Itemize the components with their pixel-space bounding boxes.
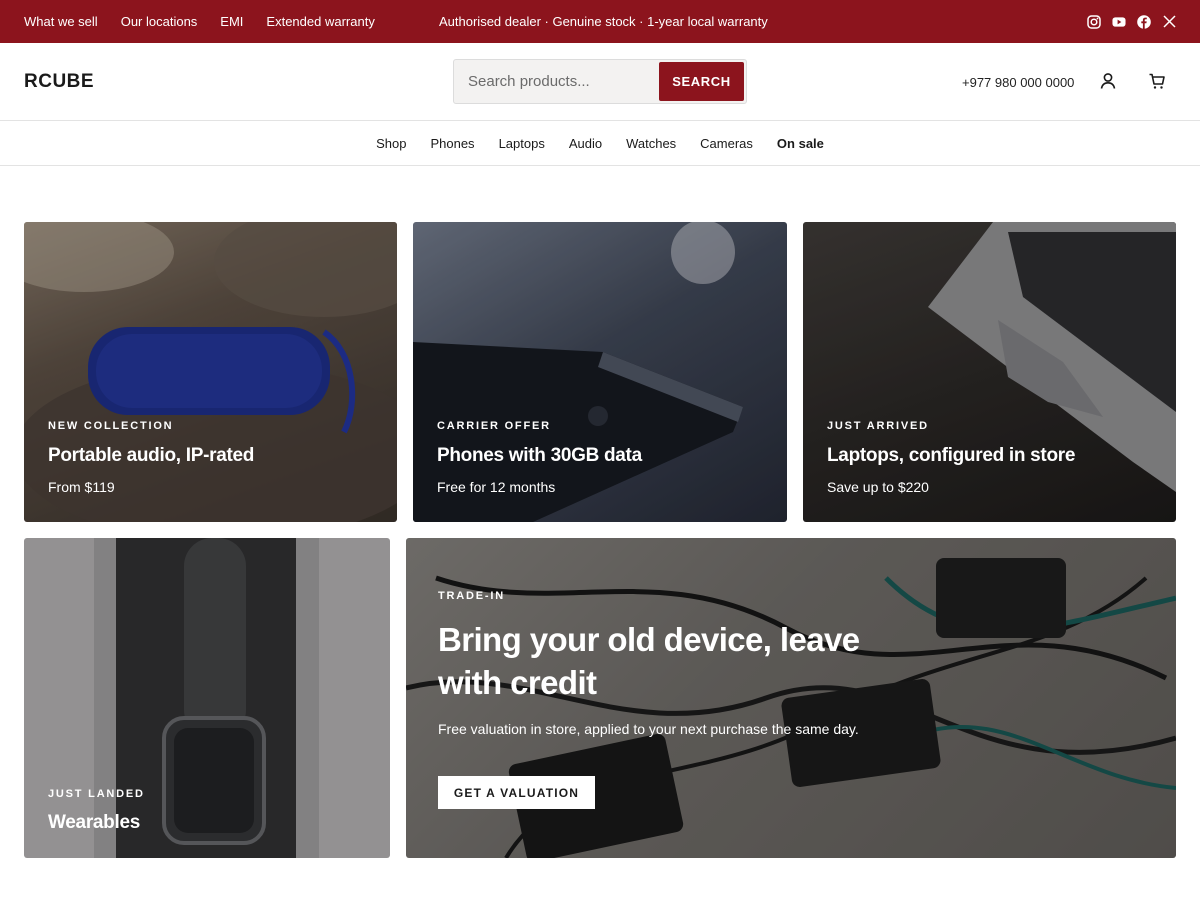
- promo-card-laptops[interactable]: JUST ARRIVED Laptops, configured in stor…: [803, 222, 1176, 522]
- tradein-eyebrow: TRADE-IN: [438, 590, 505, 602]
- nav-shop[interactable]: Shop: [376, 136, 406, 151]
- tradein-subtitle: Free valuation in store, applied to your…: [438, 721, 859, 737]
- phone-number: +977 980 000 0000: [962, 74, 1075, 90]
- card-eyebrow: JUST LANDED: [48, 788, 145, 800]
- promo-card-wearables[interactable]: JUST LANDED Wearables: [24, 538, 390, 858]
- card-subtitle: Save up to $220: [827, 479, 929, 495]
- speaker-image: [24, 222, 397, 522]
- card-subtitle: Free for 12 months: [437, 479, 556, 495]
- link-emi[interactable]: EMI: [220, 14, 243, 29]
- card-title: Portable audio, IP-rated: [48, 445, 255, 466]
- link-what-we-sell[interactable]: What we sell: [24, 14, 98, 29]
- youtube-icon[interactable]: [1112, 15, 1126, 29]
- utility-links: What we sell Our locations EMI Extended …: [24, 0, 375, 43]
- phone-image: [413, 222, 787, 522]
- social-links: [1087, 0, 1176, 43]
- laptop-image: [803, 222, 1176, 522]
- promo-card-audio[interactable]: NEW COLLECTION Portable audio, IP-rated …: [24, 222, 397, 522]
- nav-laptops[interactable]: Laptops: [499, 136, 545, 151]
- tradein-title: Bring your old device, leave with credit: [438, 621, 860, 701]
- search-input[interactable]: [454, 60, 654, 103]
- site-header: RCUBE SEARCH +977 980 000 0000: [0, 43, 1200, 121]
- card-title: Wearables: [48, 812, 141, 833]
- nav-on-sale[interactable]: On sale: [777, 136, 824, 151]
- watch-image: [24, 538, 390, 858]
- promo-text: Authorised dealer · Genuine stock · 1-ye…: [439, 14, 768, 29]
- card-title: Laptops, configured in store: [827, 445, 1076, 466]
- link-extended-warranty[interactable]: Extended warranty: [266, 14, 374, 29]
- top-bar: What we sell Our locations EMI Extended …: [0, 0, 1200, 43]
- link-our-locations[interactable]: Our locations: [121, 14, 198, 29]
- x-icon[interactable]: [1162, 15, 1176, 29]
- cart-icon[interactable]: [1147, 71, 1167, 91]
- nav-audio[interactable]: Audio: [569, 136, 602, 151]
- facebook-icon[interactable]: [1137, 14, 1151, 29]
- account-icon[interactable]: [1098, 71, 1118, 91]
- logo[interactable]: RCUBE: [24, 43, 94, 121]
- search-bar: SEARCH: [453, 59, 747, 104]
- nav-watches[interactable]: Watches: [626, 136, 676, 151]
- card-eyebrow: JUST ARRIVED: [827, 420, 929, 432]
- tradein-banner: TRADE-IN Bring your old device, leave wi…: [406, 538, 1176, 858]
- nav-cameras[interactable]: Cameras: [700, 136, 753, 151]
- card-eyebrow: NEW COLLECTION: [48, 420, 174, 432]
- main-nav: Shop Phones Laptops Audio Watches Camera…: [0, 121, 1200, 166]
- nav-phones[interactable]: Phones: [430, 136, 474, 151]
- card-eyebrow: CARRIER OFFER: [437, 420, 551, 432]
- card-title: Phones with 30GB data: [437, 445, 642, 466]
- promo-card-phones[interactable]: CARRIER OFFER Phones with 30GB data Free…: [413, 222, 787, 522]
- search-button[interactable]: SEARCH: [659, 62, 744, 101]
- instagram-icon[interactable]: [1087, 14, 1101, 29]
- get-valuation-button[interactable]: GET A VALUATION: [438, 776, 595, 809]
- card-subtitle: From $119: [48, 479, 115, 495]
